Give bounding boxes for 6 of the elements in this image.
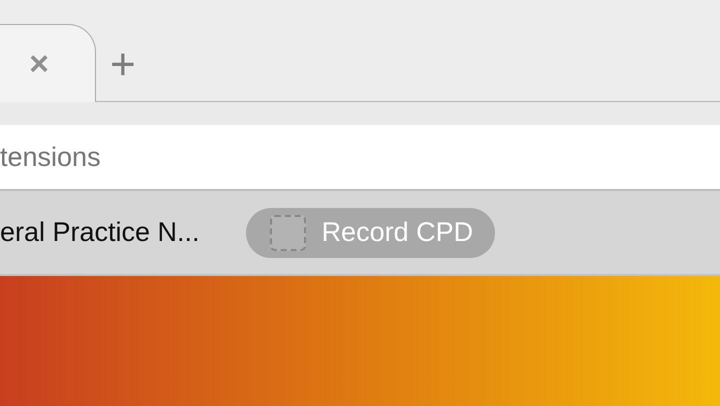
new-tab-button[interactable]: + <box>110 43 136 87</box>
bookmark[interactable]: eral Practice N... <box>0 208 200 258</box>
bookmark[interactable]: Record CPD <box>246 208 496 258</box>
address-field[interactable]: tensions <box>0 125 720 191</box>
close-icon[interactable]: × <box>29 46 49 80</box>
browser-tab[interactable]: × <box>0 24 96 102</box>
